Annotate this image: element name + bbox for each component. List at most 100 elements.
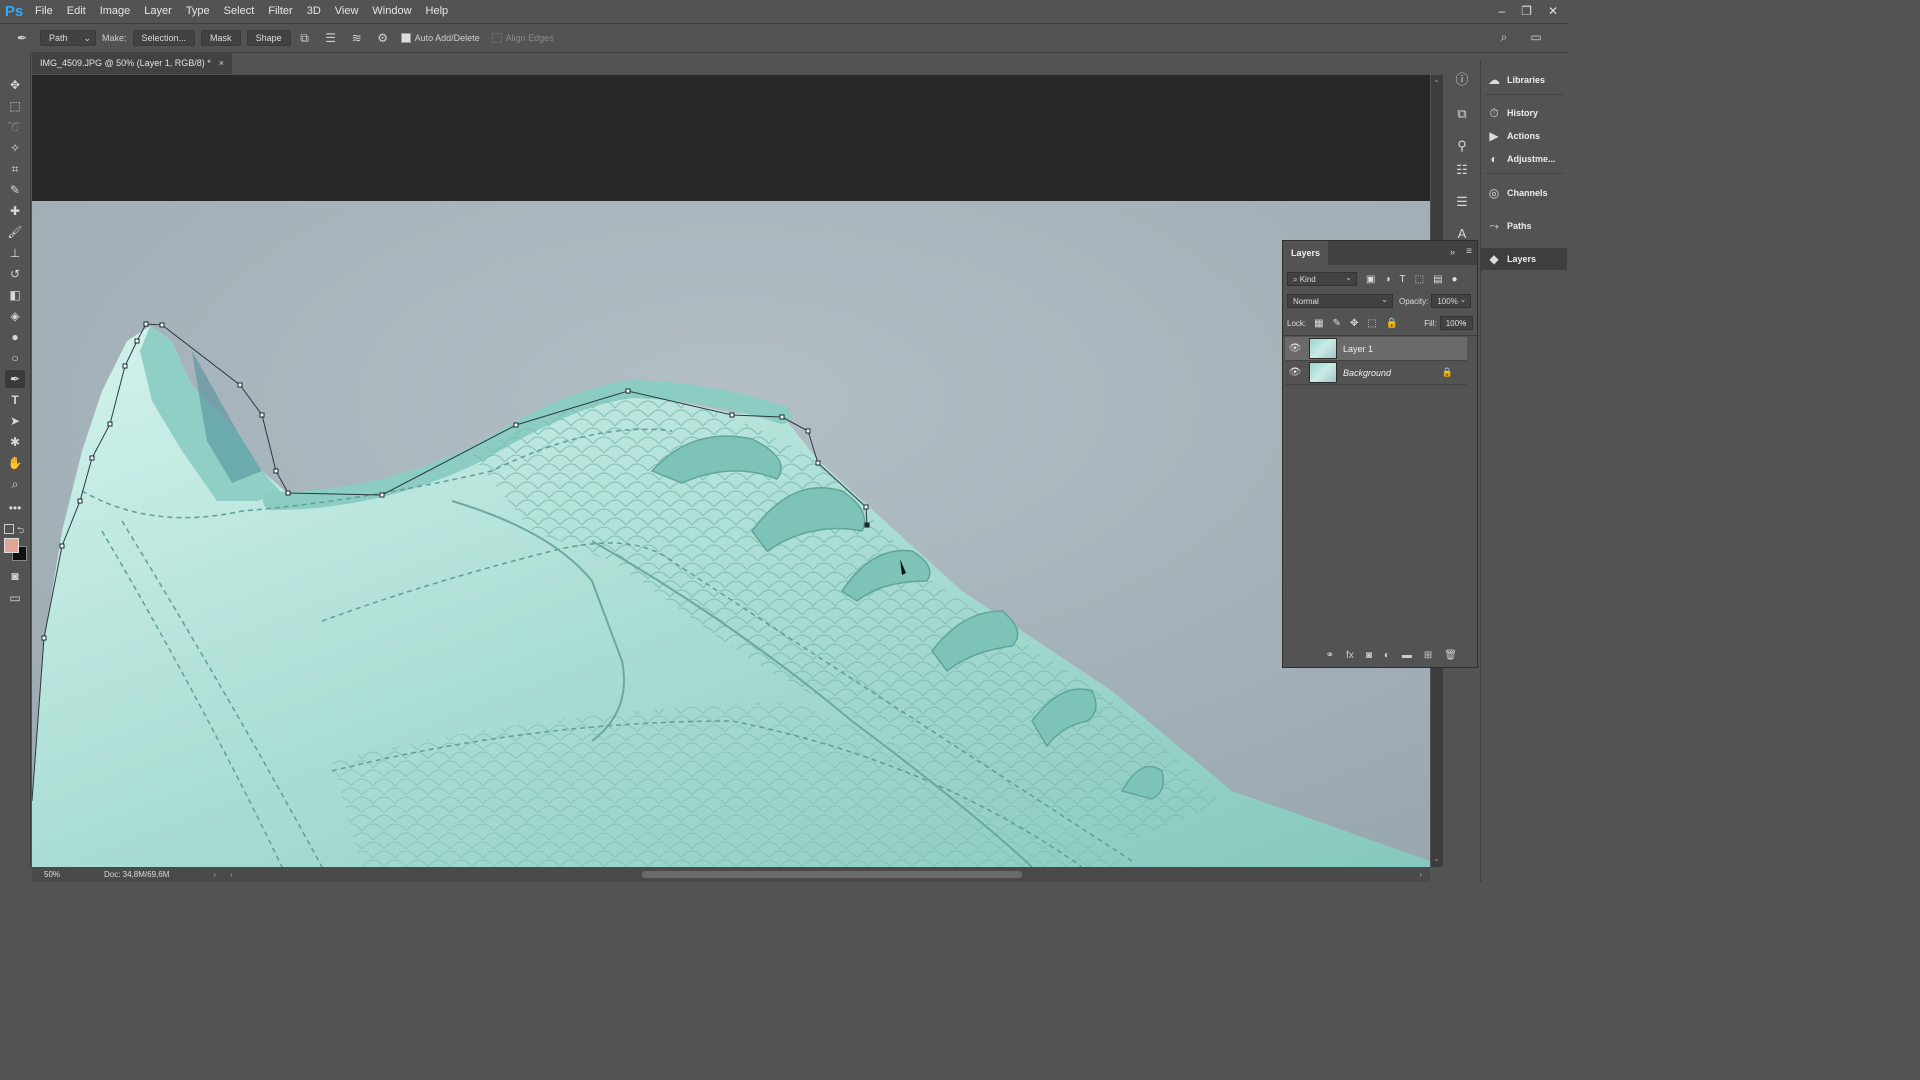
panel-menu-icon[interactable]: ≡ [1466,246,1472,257]
visibility-eye-icon[interactable]: 👁 [1285,343,1305,354]
clone-source-icon[interactable]: ⧉ [1452,104,1472,124]
menu-3d[interactable]: 3D [300,5,328,17]
canvas-area[interactable] [32,75,1430,867]
clone-stamp-tool-icon[interactable]: ⊥ [5,244,25,262]
crop-tool-icon[interactable]: ⌗ [5,160,25,178]
more-tools-icon[interactable]: ••• [5,499,25,517]
lock-all-icon[interactable]: 🔒 [1386,318,1398,329]
restore-icon[interactable]: ❐ [1521,4,1532,18]
make-shape-button[interactable]: Shape [246,30,291,46]
new-group-folder-icon[interactable]: ▬ [1402,650,1412,661]
fill-input[interactable]: 100% [1439,315,1473,330]
path-alignment-icon[interactable]: ☰ [323,30,339,46]
lock-transparent-icon[interactable]: ▦ [1314,318,1323,329]
add-mask-icon[interactable]: ◙ [1366,650,1372,661]
scroll-right-icon[interactable]: › [1419,870,1422,879]
status-menu-icon[interactable]: › [213,870,216,879]
auto-add-delete-checkbox[interactable] [400,33,411,43]
scroll-down-icon[interactable]: ⌄ [1433,854,1440,863]
align-edges-checkbox[interactable] [491,33,502,43]
panel-layers[interactable]: ◆ Layers [1481,248,1567,270]
link-layers-icon[interactable]: ⚭ [1326,650,1334,661]
panel-actions[interactable]: ▶ Actions [1481,125,1567,147]
search-icon[interactable]: ⌕ [1496,29,1512,45]
menu-image[interactable]: Image [93,5,138,17]
marquee-tool-icon[interactable]: ⬚ [5,97,25,115]
filter-shape-icon[interactable]: ⬚ [1415,274,1424,285]
lock-position-icon[interactable]: ✥ [1350,318,1358,329]
new-adjustment-layer-icon[interactable]: ◐ [1384,650,1390,661]
zoom-tool-icon[interactable]: ⌕ [5,475,25,493]
delete-layer-trash-icon[interactable]: 🗑 [1444,650,1457,661]
menu-file[interactable]: File [28,5,60,17]
menu-filter[interactable]: Filter [261,5,299,17]
layer-row[interactable]: 👁 Layer 1 [1285,337,1467,361]
menu-edit[interactable]: Edit [60,5,93,17]
filter-adjustment-icon[interactable]: ◑ [1384,274,1390,285]
menu-view[interactable]: View [328,5,366,17]
filter-type-icon[interactable]: T [1400,274,1406,285]
path-arrangement-icon[interactable]: ≋ [349,30,365,46]
visibility-eye-icon[interactable]: 👁 [1285,367,1305,378]
menu-help[interactable]: Help [419,5,456,17]
history-brush-tool-icon[interactable]: ↺ [5,265,25,283]
hand-tool-icon[interactable]: ✋ [5,454,25,472]
blur-tool-icon[interactable]: ● [5,328,25,346]
document-tab[interactable]: IMG_4509.JPG @ 50% (Layer 1, RGB/8) * × [32,52,232,74]
minimize-icon[interactable]: – [1498,4,1505,18]
brush-tool-icon[interactable]: 🖌 [5,223,25,241]
custom-shape-tool-icon[interactable]: ✱ [5,433,25,451]
magic-wand-tool-icon[interactable]: ✧ [5,139,25,157]
eyedropper-tool-icon[interactable]: ✎ [5,181,25,199]
path-operations-icon[interactable]: ⧉ [297,30,313,46]
opacity-input[interactable]: 100% [1431,293,1472,308]
lock-artboard-icon[interactable]: ⬚ [1367,318,1376,329]
gear-icon[interactable]: ⚙ [375,30,391,46]
tool-presets-icon[interactable]: ☰ [1452,192,1472,212]
menu-type[interactable]: Type [179,5,217,17]
brush-settings-icon[interactable]: ⚲ [1452,136,1472,156]
horizontal-scrollbar-thumb[interactable] [642,871,1022,878]
paint-bucket-tool-icon[interactable]: ◈ [5,307,25,325]
default-colors-icon[interactable] [4,524,14,534]
close-tab-icon[interactable]: × [219,52,224,74]
panel-history[interactable]: ⏱ History [1481,102,1567,124]
healing-brush-tool-icon[interactable]: ✚ [5,202,25,220]
layer-style-fx-icon[interactable]: fx [1346,650,1354,661]
panel-libraries[interactable]: ☁ Libraries [1481,69,1567,91]
eraser-tool-icon[interactable]: ◧ [5,286,25,304]
make-selection-button[interactable]: Selection... [132,30,196,46]
menu-select[interactable]: Select [217,5,262,17]
filter-toggle-icon[interactable]: ● [1452,274,1458,285]
tool-mode-select[interactable]: Path ⌄ [40,30,96,46]
layer-row[interactable]: 👁 Background 🔒 [1285,361,1467,385]
screen-mode-icon[interactable]: ▭ [5,589,25,607]
filter-smart-object-icon[interactable]: ▤ [1433,274,1442,285]
panel-channels[interactable]: ◎ Channels [1481,182,1567,204]
menu-window[interactable]: Window [365,5,418,17]
lasso-tool-icon[interactable]: ➰ [5,118,25,136]
properties-icon[interactable]: ☷ [1452,160,1472,180]
info-icon[interactable]: ⓘ [1452,70,1472,90]
blend-mode-select[interactable]: Normal [1287,293,1393,308]
close-icon[interactable]: ✕ [1548,4,1558,18]
workspace-icon[interactable]: ▭ [1528,29,1544,45]
panel-adjustments[interactable]: ◐ Adjustme... [1481,148,1567,170]
document-image[interactable] [32,201,1430,867]
quick-mask-icon[interactable]: ◙ [5,567,25,585]
filter-kind-select[interactable]: ⌕ Kind [1287,271,1357,286]
move-tool-icon[interactable]: ✥ [5,76,25,94]
layers-tab[interactable]: Layers [1283,241,1329,265]
lock-pixels-icon[interactable]: ✎ [1333,318,1341,329]
new-layer-icon[interactable]: ⊞ [1424,650,1432,661]
menu-layer[interactable]: Layer [137,5,179,17]
foreground-color-swatch[interactable] [4,538,19,553]
make-mask-button[interactable]: Mask [201,30,241,46]
panel-paths[interactable]: ⤳ Paths [1481,215,1567,237]
type-tool-icon[interactable]: T [5,391,25,409]
scroll-left-icon[interactable]: ‹ [230,870,233,879]
scroll-up-icon[interactable]: ⌃ [1433,79,1440,88]
pen-tool-preset-icon[interactable]: ✒ [14,30,30,46]
path-selection-tool-icon[interactable]: ➤ [5,412,25,430]
pen-tool-icon[interactable]: ✒ [5,370,25,388]
